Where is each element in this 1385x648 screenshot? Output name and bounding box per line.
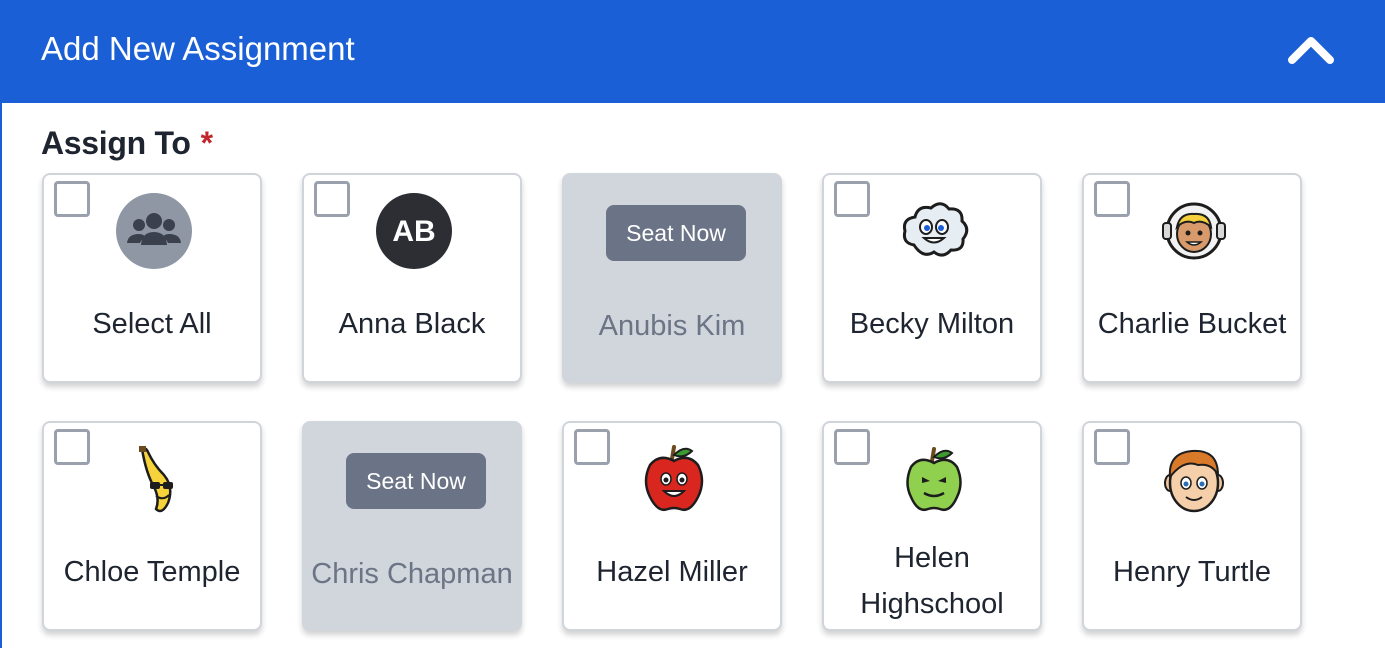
student-checkbox[interactable] xyxy=(1094,181,1130,217)
student-name: Charlie Bucket xyxy=(1097,308,1287,340)
student-name: Anna Black xyxy=(338,308,486,340)
student-card-anna-black[interactable]: AB Anna Black xyxy=(302,173,522,383)
student-card-chloe-temple[interactable]: Chloe Temple xyxy=(42,421,262,631)
student-checkbox[interactable] xyxy=(834,181,870,217)
initials-avatar: AB xyxy=(376,193,452,269)
green-apple-avatar xyxy=(896,441,972,517)
astronaut-avatar xyxy=(1156,193,1232,269)
student-name-line: Helen xyxy=(894,542,970,574)
student-card-henry-turtle[interactable]: Henry Turtle xyxy=(1082,421,1302,631)
chevron-up-icon[interactable] xyxy=(1280,22,1342,78)
student-name: Hazel Miller xyxy=(596,556,748,588)
add-assignment-panel: Add New Assignment Assign To * Select All xyxy=(0,0,1385,648)
student-name: Anubis Kim xyxy=(598,310,746,342)
student-checkbox[interactable] xyxy=(834,429,870,465)
select-all-checkbox[interactable] xyxy=(54,181,90,217)
student-card-becky-milton[interactable]: Becky Milton xyxy=(822,173,1042,383)
panel-header[interactable]: Add New Assignment xyxy=(0,0,1385,103)
student-card-helen-highschool[interactable]: Helen Highschool xyxy=(822,421,1042,631)
assign-to-text: Assign To xyxy=(41,125,191,161)
seat-now-button[interactable]: Seat Now xyxy=(346,453,486,509)
student-checkbox[interactable] xyxy=(1094,429,1130,465)
avatar-initials: AB xyxy=(392,215,435,248)
student-card-chris-chapman: Seat Now Chris Chapman xyxy=(302,421,522,631)
panel-border xyxy=(0,103,2,648)
seat-now-button[interactable]: Seat Now xyxy=(606,205,746,261)
banana-avatar xyxy=(116,441,192,517)
group-icon xyxy=(116,193,192,269)
student-name-line: Highschool xyxy=(860,588,1004,620)
student-card-select-all[interactable]: Select All xyxy=(42,173,262,383)
assign-to-label: Assign To * xyxy=(41,122,213,164)
student-name: Henry Turtle xyxy=(1113,556,1271,588)
student-card-hazel-miller[interactable]: Hazel Miller xyxy=(562,421,782,631)
student-name: Chloe Temple xyxy=(63,556,241,588)
student-checkbox[interactable] xyxy=(574,429,610,465)
student-checkbox[interactable] xyxy=(54,429,90,465)
student-card-charlie-bucket[interactable]: Charlie Bucket xyxy=(1082,173,1302,383)
student-name: Select All xyxy=(92,308,212,340)
student-name: Chris Chapman xyxy=(311,558,513,590)
student-checkbox[interactable] xyxy=(314,181,350,217)
cloud-avatar xyxy=(896,193,972,269)
panel-title: Add New Assignment xyxy=(41,30,355,67)
red-apple-avatar xyxy=(636,441,712,517)
required-indicator: * xyxy=(200,125,213,161)
student-card-anubis-kim: Seat Now Anubis Kim xyxy=(562,173,782,383)
student-name: Becky Milton xyxy=(849,308,1015,340)
boy-avatar xyxy=(1156,441,1232,517)
student-name: Helen Highschool xyxy=(824,535,1040,627)
